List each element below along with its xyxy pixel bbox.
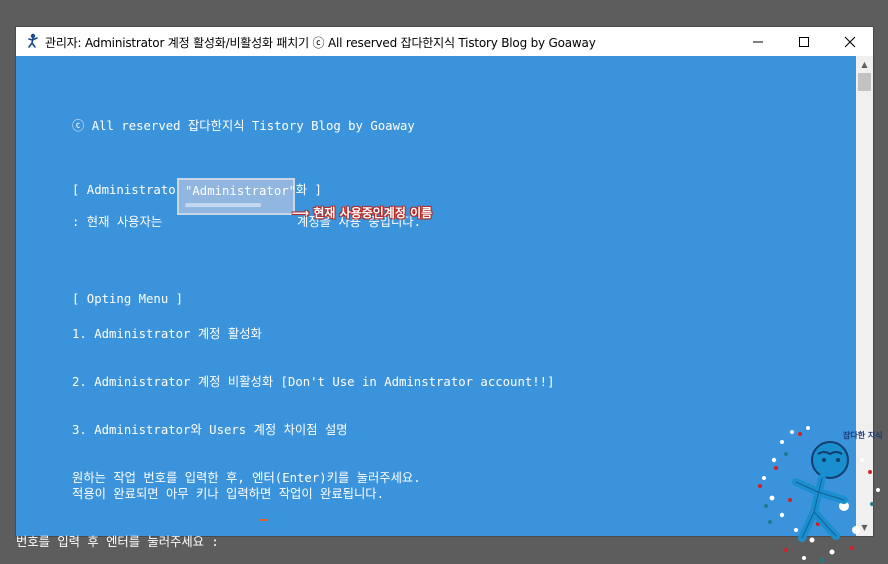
instruction-line-2: 적용이 완료되면 아무 키나 입력하면 작업이 완료됩니다. [72, 487, 385, 501]
annotation-text: 현재 사용중인계정 이름 [313, 206, 433, 220]
watermark-logo-icon [758, 426, 880, 562]
scroll-thumb[interactable] [858, 73, 871, 91]
current-user-prefix: : 현재 사용자는 [72, 215, 163, 229]
maximize-icon [799, 36, 809, 47]
arrow-icon: ⟶ [292, 206, 310, 220]
maximize-button[interactable] [781, 27, 827, 56]
copyright-line: ⓒ All reserved 잡다한지식 Tistory Blog by Goa… [72, 119, 415, 133]
console-output[interactable]: ⓒ All reserved 잡다한지식 Tistory Blog by Goa… [16, 56, 856, 549]
menu-header: [ Opting Menu ] [72, 292, 184, 306]
cmd-icon [28, 33, 38, 48]
minimize-button[interactable] [735, 27, 781, 56]
menu-item-1: 1. Administrator 계정 활성화 [72, 327, 262, 341]
input-prompt[interactable]: 번호를 입력 후 엔터를 눌러주세요 : [16, 532, 219, 550]
close-button[interactable] [827, 27, 873, 56]
watermark-text: 잡다한 지식 [843, 431, 883, 440]
close-icon [844, 36, 856, 47]
window-title: 관리자: Administrator 계정 활성화/비활성화 패치기 ⓒ All… [45, 36, 596, 50]
current-user-underline: =============== [185, 200, 261, 211]
scroll-up-icon[interactable]: ▲ [856, 56, 873, 73]
text-cursor [260, 519, 268, 521]
minimize-icon [753, 41, 763, 42]
annotation-label: ⟶ 현재 사용중인계정 이름 [292, 204, 432, 221]
console-window: 관리자: Administrator 계정 활성화/비활성화 패치기 ⓒ All… [16, 27, 873, 549]
title-bar[interactable]: 관리자: Administrator 계정 활성화/비활성화 패치기 ⓒ All… [16, 27, 873, 56]
current-user-value: "Administrator" [185, 184, 297, 198]
menu-item-3: 3. Administrator와 Users 계정 차이점 설명 [72, 423, 348, 437]
menu-item-2: 2. Administrator 계정 비활성화 [Don't Use in A… [72, 375, 555, 389]
